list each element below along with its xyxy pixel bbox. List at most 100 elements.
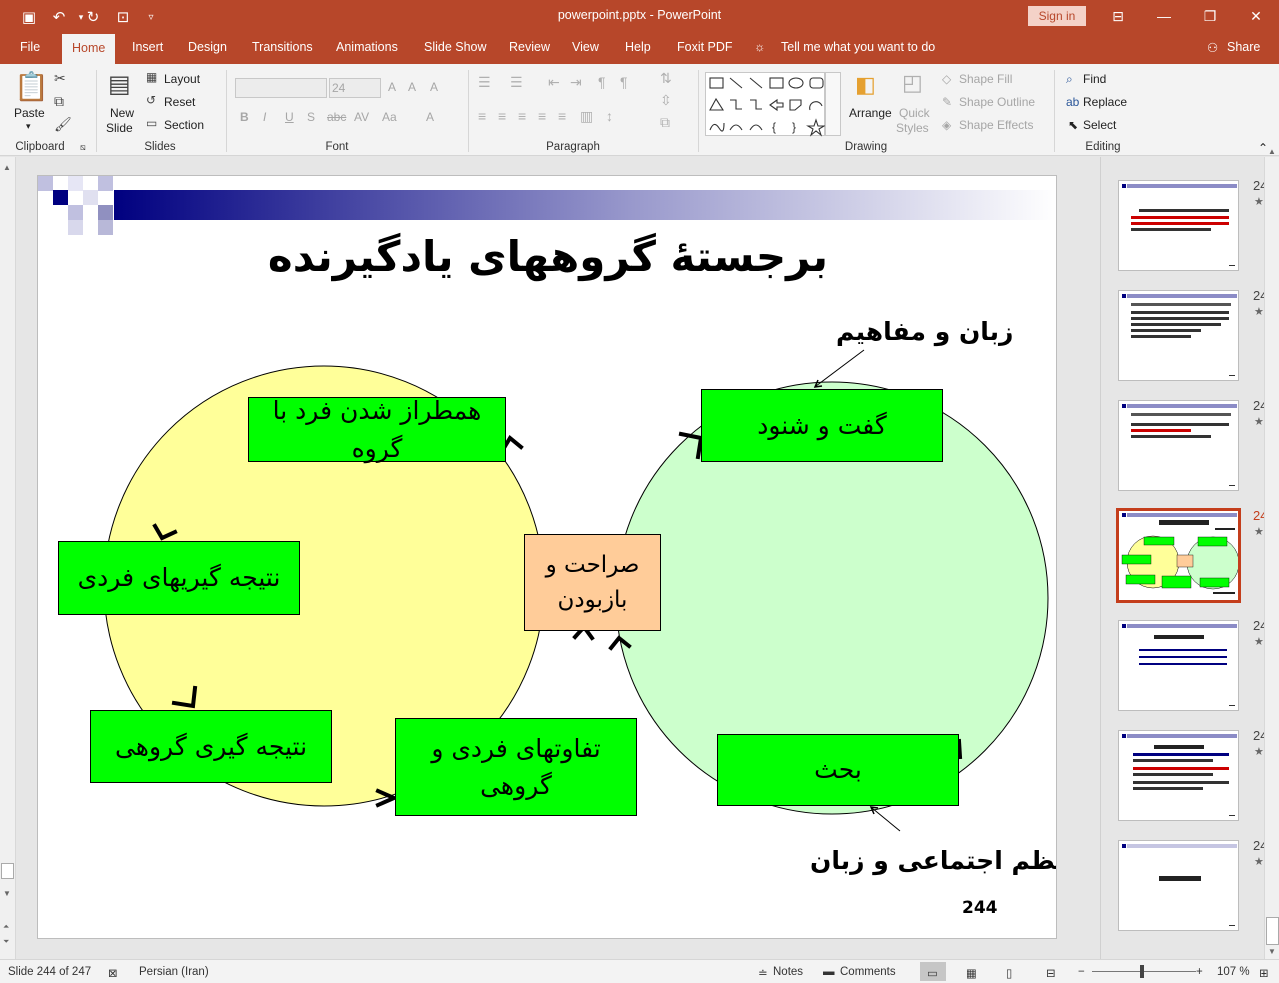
paste-button[interactable]: Paste xyxy=(14,106,45,120)
cut-icon[interactable]: ✂ xyxy=(54,70,66,87)
bold-icon[interactable]: B xyxy=(240,110,249,124)
quick-styles-button[interactable]: Quick xyxy=(899,106,930,120)
thumbnail-slide-246[interactable] xyxy=(1118,730,1239,821)
clear-formatting-icon[interactable]: A xyxy=(430,80,438,94)
decrease-indent-icon[interactable]: ⇤ xyxy=(548,74,560,91)
tab-insert[interactable]: Insert xyxy=(132,40,163,54)
scroll-down-icon[interactable]: ▼ xyxy=(3,889,11,898)
tab-animations[interactable]: Animations xyxy=(336,40,398,54)
zoom-slider-track[interactable] xyxy=(1092,971,1196,972)
slide-counter[interactable]: Slide 244 of 247 xyxy=(8,966,91,978)
align-left-icon[interactable]: ≡ xyxy=(478,108,486,124)
font-family-combo[interactable] xyxy=(235,78,327,98)
align-text-icon[interactable]: ⇳ xyxy=(660,92,672,109)
tab-slide-show[interactable]: Slide Show xyxy=(424,40,487,54)
ribbon-display-options-icon[interactable]: ⊟ xyxy=(1103,4,1133,28)
replace-button[interactable]: Replace xyxy=(1083,95,1127,109)
find-button[interactable]: Find xyxy=(1083,72,1106,86)
section-button[interactable]: Section xyxy=(164,118,204,132)
tab-help[interactable]: Help xyxy=(625,40,651,54)
fit-slide-icon[interactable]: ⊞ xyxy=(1259,966,1269,980)
next-slide-icon[interactable]: ⏷ xyxy=(3,937,9,947)
copy-icon[interactable]: ⧉ xyxy=(54,93,64,110)
previous-slide-icon[interactable]: ⏶ xyxy=(3,922,9,932)
box-individual-conclusions[interactable]: نتیجه گیریهای فردی xyxy=(58,541,300,615)
box-clarity-openness[interactable]: صراحت و بازبودن xyxy=(524,534,661,631)
tab-transitions[interactable]: Transitions xyxy=(252,40,313,54)
line-spacing-icon[interactable]: ↕ xyxy=(606,108,613,124)
reading-view-icon[interactable]: ▯ xyxy=(1006,966,1012,980)
shadow-icon[interactable]: S xyxy=(307,110,315,124)
layout-button[interactable]: Layout xyxy=(164,72,200,86)
shape-effects-button[interactable]: Shape Effects xyxy=(959,118,1034,132)
box-individual-group-differences[interactable]: تفاوتهای فردی و گروهی xyxy=(395,718,637,816)
character-spacing-icon[interactable]: AV xyxy=(354,110,369,124)
numbering-icon[interactable]: ☰ xyxy=(510,74,523,91)
share-icon[interactable]: ⚇ xyxy=(1207,40,1218,55)
clipboard-launcher-icon[interactable]: ⧅ xyxy=(80,142,86,153)
italic-icon[interactable]: I xyxy=(263,110,266,124)
paste-icon[interactable]: 📋 xyxy=(14,70,49,103)
paste-dropdown-icon[interactable]: ▾ xyxy=(26,121,31,132)
slide-sorter-icon[interactable]: ▦ xyxy=(966,966,977,980)
slide-show-icon[interactable]: ⊟ xyxy=(1046,966,1056,980)
sign-in-button[interactable]: Sign in xyxy=(1028,6,1086,26)
shape-outline-button[interactable]: Shape Outline xyxy=(959,95,1035,109)
justify-icon[interactable]: ≡ xyxy=(538,108,546,124)
thumbnail-slide-242[interactable] xyxy=(1118,290,1239,381)
rtl-icon[interactable]: ¶ xyxy=(598,74,606,90)
tab-view[interactable]: View xyxy=(572,40,599,54)
tab-review[interactable]: Review xyxy=(509,40,550,54)
ltr-icon[interactable]: ¶ xyxy=(620,74,628,90)
tab-home[interactable]: Home xyxy=(62,34,116,64)
label-social-order-language[interactable]: نظم اجتماعی و زبان xyxy=(810,846,1056,875)
notes-button[interactable]: Notes xyxy=(773,966,803,978)
align-center-icon[interactable]: ≡ xyxy=(498,108,506,124)
thumbnail-slide-244-selected[interactable] xyxy=(1116,508,1241,603)
tab-design[interactable]: Design xyxy=(188,40,227,54)
thumbnail-slide-241[interactable] xyxy=(1118,180,1239,271)
format-painter-icon[interactable]: 🖌 xyxy=(54,116,72,133)
box-dialogue[interactable]: گفت و شنود xyxy=(701,389,943,462)
increase-indent-icon[interactable]: ⇥ xyxy=(570,74,582,91)
select-button[interactable]: Select xyxy=(1083,118,1116,132)
distributed-icon[interactable]: ≡ xyxy=(558,108,566,124)
bullets-icon[interactable]: ☰ xyxy=(478,74,491,91)
smartart-icon[interactable]: ⧉ xyxy=(660,114,670,131)
shape-fill-button[interactable]: Shape Fill xyxy=(959,72,1012,86)
shapes-gallery-scroll[interactable] xyxy=(825,72,841,136)
arrange-button[interactable]: Arrange xyxy=(849,106,892,120)
columns-icon[interactable]: ▥ xyxy=(580,108,593,125)
language-indicator[interactable]: Persian (Iran) xyxy=(139,966,209,978)
change-case-icon[interactable]: Aa xyxy=(382,110,397,124)
collapse-ribbon-icon[interactable]: ⌃ xyxy=(1258,141,1268,155)
reset-button[interactable]: Reset xyxy=(164,95,195,109)
new-slide-icon[interactable]: ▤ xyxy=(108,70,131,99)
scroll-up-icon[interactable]: ▲ xyxy=(3,163,11,172)
new-slide-button-line2[interactable]: Slide xyxy=(106,121,133,135)
thumb-scroll-thumb[interactable] xyxy=(1266,917,1279,945)
slide-title[interactable]: برجستهٔ گروههای یادگیرنده xyxy=(38,232,1056,281)
zoom-slider-thumb[interactable] xyxy=(1140,965,1144,978)
align-right-icon[interactable]: ≡ xyxy=(518,108,526,124)
label-language-concepts[interactable]: زبان و مفاهیم xyxy=(836,317,1013,346)
text-direction-icon[interactable]: ⇅ xyxy=(660,70,672,87)
thumb-scroll-down-icon[interactable]: ▼ xyxy=(1268,947,1276,956)
thumbnail-slide-247[interactable] xyxy=(1118,840,1239,931)
scroll-thumb[interactable] xyxy=(1,863,14,879)
thumb-scroll-up-icon[interactable]: ▲ xyxy=(1268,147,1276,156)
box-conformity-with-group[interactable]: همطراز شدن فرد با گروه xyxy=(248,396,506,463)
comments-button[interactable]: Comments xyxy=(840,966,896,978)
new-slide-button[interactable]: New xyxy=(110,106,134,120)
box-debate[interactable]: بحث xyxy=(717,734,959,806)
shapes-gallery[interactable]: { } xyxy=(705,72,826,137)
font-color-icon[interactable]: A xyxy=(426,110,434,124)
thumbnail-scrollbar[interactable]: ▲ ▼ xyxy=(1264,147,1279,959)
minimize-icon[interactable]: — xyxy=(1149,4,1179,28)
font-size-combo[interactable]: 24 xyxy=(329,78,381,98)
share-button[interactable]: Share xyxy=(1227,40,1260,54)
strikethrough-icon[interactable]: abc xyxy=(327,110,346,124)
slide-canvas[interactable]: برجستهٔ گروههای یادگیرنده زبان و مفاهیم … xyxy=(37,175,1057,939)
zoom-in-icon[interactable]: + xyxy=(1196,966,1203,978)
editor-vertical-scrollbar[interactable]: ▲ ▼ ⏶ ⏷ xyxy=(0,157,16,959)
